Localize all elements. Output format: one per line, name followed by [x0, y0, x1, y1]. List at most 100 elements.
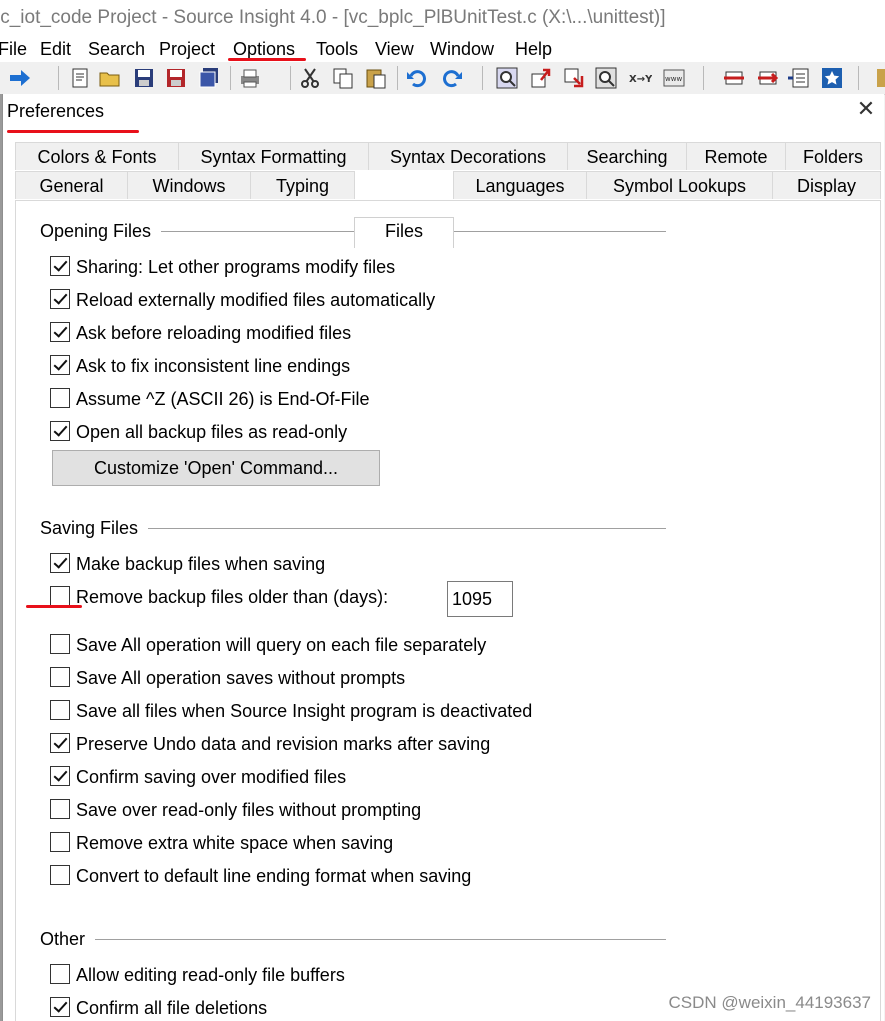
customize-open-command-button[interactable]: Customize 'Open' Command...	[52, 450, 380, 486]
allow-edit-read-only-checkbox[interactable]	[50, 964, 70, 984]
print-icon[interactable]	[238, 66, 262, 90]
redo-icon[interactable]	[440, 66, 464, 90]
convert-line-ending-label: Convert to default line ending format wh…	[76, 866, 472, 886]
save-all-query-checkbox[interactable]	[50, 634, 70, 654]
toolbar: X→Y www	[0, 62, 885, 95]
remove-old-backups-label: Remove backup files older than (days):	[76, 587, 389, 607]
tab-folders[interactable]: Folders	[785, 142, 881, 170]
jump-back-icon[interactable]	[562, 66, 586, 90]
save-icon[interactable]	[132, 66, 156, 90]
assume-eof-checkbox[interactable]	[50, 388, 70, 408]
toolbar-separator	[230, 66, 231, 90]
toolbar-separator	[858, 66, 859, 90]
tab-strip: Colors & Fonts Syntax Formatting Syntax …	[15, 142, 881, 248]
save-all-no-prompt-checkbox[interactable]	[50, 667, 70, 687]
make-backup-label: Make backup files when saving	[76, 554, 326, 574]
browse-web-icon[interactable]: www	[662, 66, 686, 90]
menu-window[interactable]: Window	[430, 37, 494, 61]
toolbar-separator	[397, 66, 398, 90]
toolbar-separator	[703, 66, 704, 90]
replace-icon[interactable]: X→Y	[628, 66, 652, 90]
dialog-title: Preferences	[7, 101, 105, 121]
tab-windows[interactable]: Windows	[127, 171, 251, 199]
backup-days-input[interactable]	[447, 581, 513, 617]
open-folder-icon[interactable]	[98, 66, 122, 90]
find-icon[interactable]	[495, 66, 519, 90]
menu-help[interactable]: Help	[515, 37, 552, 61]
cut-icon[interactable]	[298, 66, 322, 90]
preserve-undo-checkbox[interactable]	[50, 733, 70, 753]
convert-line-ending-checkbox[interactable]	[50, 865, 70, 885]
menu-view[interactable]: View	[375, 37, 414, 61]
toolbar-separator	[58, 66, 59, 90]
ask-before-reload-label: Ask before reloading modified files	[76, 323, 352, 343]
jump-to-definition-icon[interactable]	[529, 66, 553, 90]
tab-remote[interactable]: Remote	[686, 142, 786, 170]
tab-files[interactable]: Files	[354, 217, 454, 248]
preserve-undo-label: Preserve Undo data and revision marks af…	[76, 734, 491, 754]
save-all-query-label: Save All operation will query on each fi…	[76, 635, 487, 655]
sharing-checkbox[interactable]	[50, 256, 70, 276]
close-icon[interactable]: ✕	[856, 98, 876, 120]
annotation-underline-options	[228, 58, 306, 61]
copy-icon[interactable]	[331, 66, 355, 90]
menu-edit[interactable]: Edit	[40, 37, 71, 61]
search-files-icon[interactable]	[594, 66, 618, 90]
forward-arrow-icon[interactable]	[8, 66, 32, 90]
bookmark-icon[interactable]	[722, 66, 746, 90]
remove-old-backups-checkbox[interactable]	[50, 586, 70, 606]
tab-searching[interactable]: Searching	[567, 142, 687, 170]
save-on-deactivate-checkbox[interactable]	[50, 700, 70, 720]
window-title: lc_iot_code Project - Source Insight 4.0…	[0, 7, 666, 28]
annotation-underline-remove-backups	[26, 605, 82, 608]
menu-search[interactable]: Search	[88, 37, 145, 61]
svg-text:www: www	[665, 75, 682, 83]
tab-languages[interactable]: Languages	[453, 171, 587, 199]
other-group-title: Other	[40, 928, 96, 950]
settings-icon[interactable]	[874, 66, 885, 90]
assume-eof-label: Assume ^Z (ASCII 26) is End-Of-File	[76, 389, 370, 409]
tab-syntax-decorations[interactable]: Syntax Decorations	[368, 142, 568, 170]
save-on-deactivate-label: Save all files when Source Insight progr…	[76, 701, 533, 721]
fix-line-endings-label: Ask to fix inconsistent line endings	[76, 356, 351, 376]
menu-tools[interactable]: Tools	[316, 37, 358, 61]
confirm-saving-checkbox[interactable]	[50, 766, 70, 786]
bookmark-next-icon[interactable]	[756, 66, 780, 90]
undo-icon[interactable]	[405, 66, 429, 90]
reload-external-label: Reload externally modified files automat…	[76, 290, 436, 310]
tab-symbol-lookups[interactable]: Symbol Lookups	[586, 171, 773, 199]
backup-read-only-label: Open all backup files as read-only	[76, 422, 348, 442]
tab-colors-fonts[interactable]: Colors & Fonts	[15, 142, 179, 170]
window-title-bar: lc_iot_code Project - Source Insight 4.0…	[0, 0, 885, 36]
save-as-icon[interactable]	[164, 66, 188, 90]
menu-project[interactable]: Project	[159, 37, 215, 61]
ask-before-reload-checkbox[interactable]	[50, 322, 70, 342]
saving-files-group-title: Saving Files	[40, 517, 149, 539]
toolbar-separator	[482, 66, 483, 90]
remove-whitespace-checkbox[interactable]	[50, 832, 70, 852]
fix-line-endings-checkbox[interactable]	[50, 355, 70, 375]
annotation-underline-preferences	[7, 130, 139, 133]
symbol-window-icon[interactable]	[787, 66, 811, 90]
save-all-no-prompt-label: Save All operation saves without prompts	[76, 668, 406, 688]
allow-edit-read-only-label: Allow editing read-only file buffers	[76, 965, 345, 985]
backup-read-only-checkbox[interactable]	[50, 421, 70, 441]
watermark: CSDN @weixin_44193637	[668, 993, 871, 1012]
favorite-icon[interactable]	[820, 66, 844, 90]
menu-bar: File Edit Search Project Options Tools V…	[0, 36, 885, 62]
save-read-only-checkbox[interactable]	[50, 799, 70, 819]
menu-file[interactable]: File	[0, 37, 27, 61]
reload-external-checkbox[interactable]	[50, 289, 70, 309]
confirm-deletions-checkbox[interactable]	[50, 997, 70, 1017]
remove-whitespace-label: Remove extra white space when saving	[76, 833, 394, 853]
tab-syntax-formatting[interactable]: Syntax Formatting	[178, 142, 369, 170]
tab-display[interactable]: Display	[772, 171, 881, 199]
save-all-icon[interactable]	[197, 66, 221, 90]
confirm-deletions-label: Confirm all file deletions	[76, 998, 268, 1018]
make-backup-checkbox[interactable]	[50, 553, 70, 573]
tab-typing[interactable]: Typing	[250, 171, 355, 199]
tab-general[interactable]: General	[15, 171, 128, 199]
new-file-icon[interactable]	[68, 66, 92, 90]
paste-icon[interactable]	[364, 66, 388, 90]
confirm-saving-label: Confirm saving over modified files	[76, 767, 347, 787]
